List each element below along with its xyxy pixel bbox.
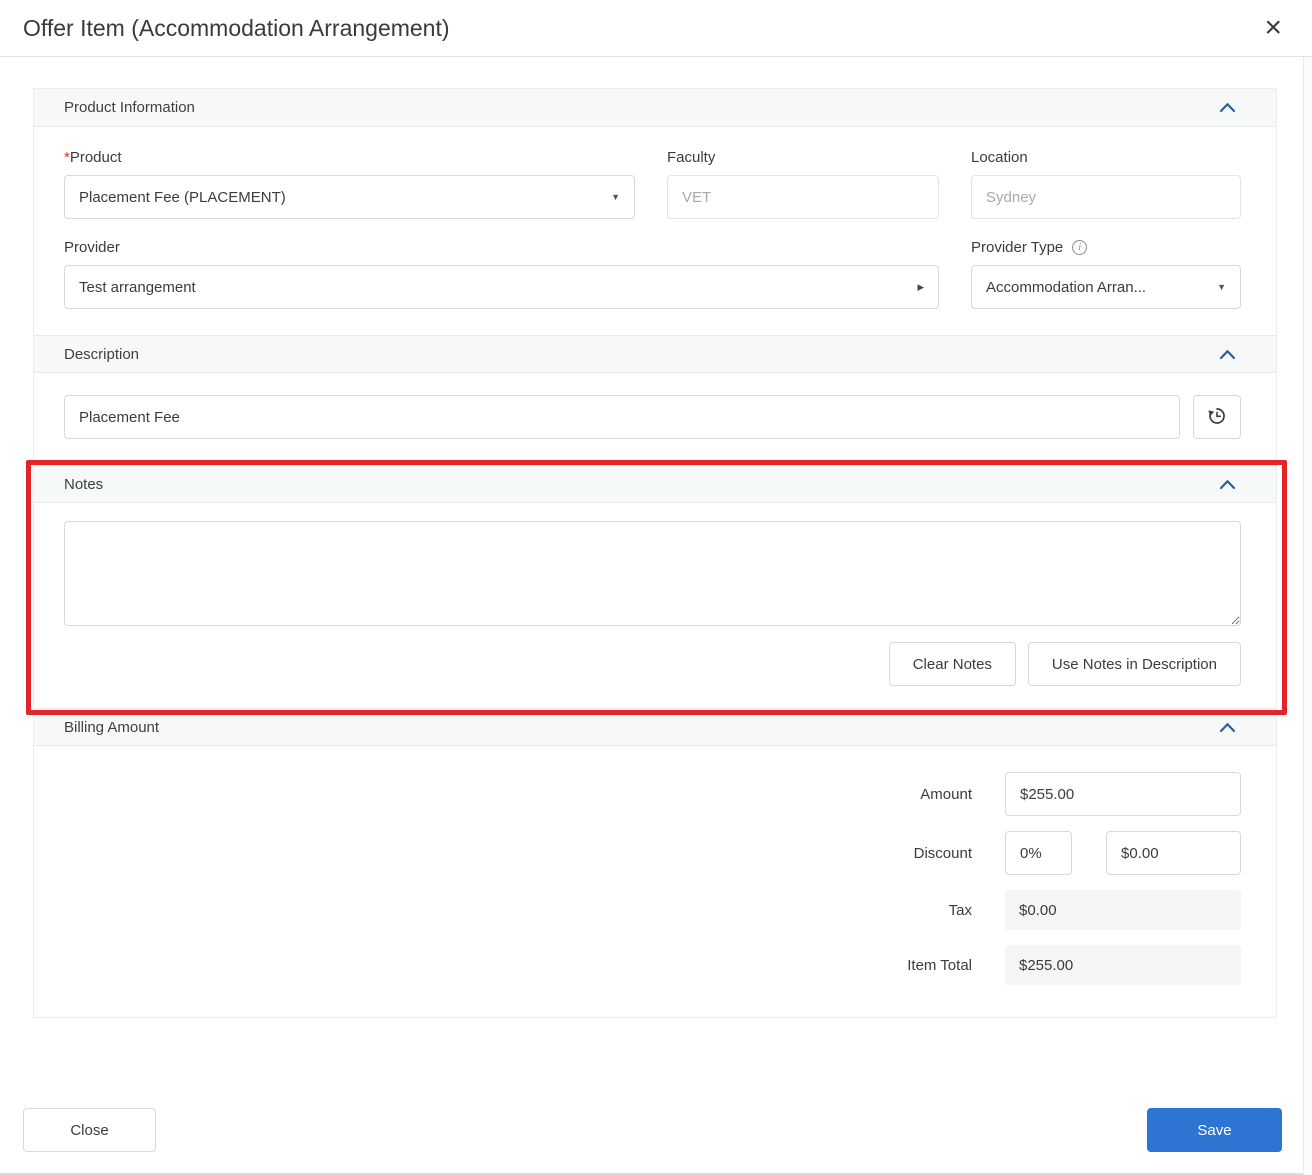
notes-body: Clear Notes Use Notes in Description <box>34 503 1276 708</box>
faculty-field: Faculty <box>667 149 939 219</box>
provider-label: Provider <box>64 239 939 256</box>
item-total-label: Item Total <box>907 957 972 974</box>
notes-section: Notes Clear Notes Use Notes in Descripti… <box>34 465 1276 708</box>
provider-type-select[interactable]: Accommodation Arran... ▼ <box>971 265 1241 309</box>
product-information-header[interactable]: Product Information <box>34 89 1276 127</box>
discount-label: Discount <box>914 845 972 862</box>
product-select[interactable]: Placement Fee (PLACEMENT) ▼ <box>64 175 635 219</box>
scrollbar[interactable] <box>1303 57 1312 1175</box>
product-information-section: Product Information *Product Placement F… <box>34 89 1276 335</box>
discount-percent-input[interactable] <box>1005 831 1072 875</box>
chevron-up-icon[interactable] <box>1217 347 1238 362</box>
close-button[interactable]: Close <box>23 1108 156 1152</box>
product-information-body: *Product Placement Fee (PLACEMENT) ▼ Fac… <box>34 127 1276 335</box>
chevron-up-icon[interactable] <box>1217 720 1238 735</box>
modal-title: Offer Item (Accommodation Arrangement) <box>23 15 450 42</box>
faculty-label: Faculty <box>667 149 939 166</box>
form-card: Product Information *Product Placement F… <box>33 88 1277 1018</box>
chevron-up-icon[interactable] <box>1217 100 1238 115</box>
faculty-input <box>667 175 939 219</box>
offer-item-modal: Offer Item (Accommodation Arrangement) ×… <box>0 0 1312 1175</box>
provider-lookup[interactable]: Test arrangement ▸ <box>64 265 939 309</box>
modal-titlebar: Offer Item (Accommodation Arrangement) × <box>0 0 1312 57</box>
billing-amount-title: Billing Amount <box>64 719 159 736</box>
product-row: *Product Placement Fee (PLACEMENT) ▼ Fac… <box>64 149 1241 219</box>
notes-textarea[interactable] <box>64 521 1241 626</box>
product-information-title: Product Information <box>64 99 195 116</box>
amount-label: Amount <box>920 786 972 803</box>
description-header[interactable]: Description <box>34 335 1276 373</box>
description-input[interactable] <box>64 395 1180 439</box>
modal-footer: Close Save <box>23 1108 1282 1152</box>
restore-description-button[interactable] <box>1193 395 1241 439</box>
product-label: *Product <box>64 149 635 166</box>
chevron-up-icon[interactable] <box>1217 477 1238 492</box>
amount-input[interactable] <box>1005 772 1241 816</box>
item-total-row: Item Total $255.00 <box>64 945 1241 985</box>
close-icon[interactable]: × <box>1262 13 1284 43</box>
clear-notes-button[interactable]: Clear Notes <box>889 642 1016 686</box>
provider-row: Provider Test arrangement ▸ Provider Typ… <box>64 239 1241 309</box>
notes-actions: Clear Notes Use Notes in Description <box>64 642 1241 686</box>
billing-body: Amount Discount Tax $0.00 Item Total $25… <box>34 746 1276 1017</box>
caret-down-icon: ▼ <box>1217 282 1226 292</box>
amount-row: Amount <box>64 772 1241 816</box>
provider-type-label: Provider Type i <box>971 239 1241 256</box>
location-input <box>971 175 1241 219</box>
product-field: *Product Placement Fee (PLACEMENT) ▼ <box>64 149 635 219</box>
tax-value: $0.00 <box>1005 890 1241 930</box>
description-body <box>34 373 1276 465</box>
item-total-value: $255.00 <box>1005 945 1241 985</box>
notes-header[interactable]: Notes <box>34 465 1276 503</box>
history-icon <box>1207 406 1227 429</box>
provider-type-value: Accommodation Arran... <box>986 279 1146 296</box>
product-value: Placement Fee (PLACEMENT) <box>79 189 286 206</box>
notes-title: Notes <box>64 476 103 493</box>
save-button[interactable]: Save <box>1147 1108 1282 1152</box>
location-label: Location <box>971 149 1241 166</box>
billing-amount-header[interactable]: Billing Amount <box>34 708 1276 746</box>
provider-field: Provider Test arrangement ▸ <box>64 239 939 309</box>
description-section: Description <box>34 335 1276 465</box>
provider-type-field: Provider Type i Accommodation Arran... ▼ <box>971 239 1241 309</box>
description-title: Description <box>64 346 139 363</box>
discount-amount-input[interactable] <box>1106 831 1241 875</box>
info-icon[interactable]: i <box>1072 240 1087 255</box>
provider-value: Test arrangement <box>79 279 196 296</box>
location-field: Location <box>971 149 1241 219</box>
discount-row: Discount <box>64 831 1241 875</box>
arrow-right-icon: ▸ <box>917 279 924 295</box>
use-notes-in-description-button[interactable]: Use Notes in Description <box>1028 642 1241 686</box>
caret-down-icon: ▼ <box>611 192 620 202</box>
tax-label: Tax <box>949 902 972 919</box>
billing-amount-section: Billing Amount Amount Discount Tax $0.0 <box>34 708 1276 1017</box>
tax-row: Tax $0.00 <box>64 890 1241 930</box>
